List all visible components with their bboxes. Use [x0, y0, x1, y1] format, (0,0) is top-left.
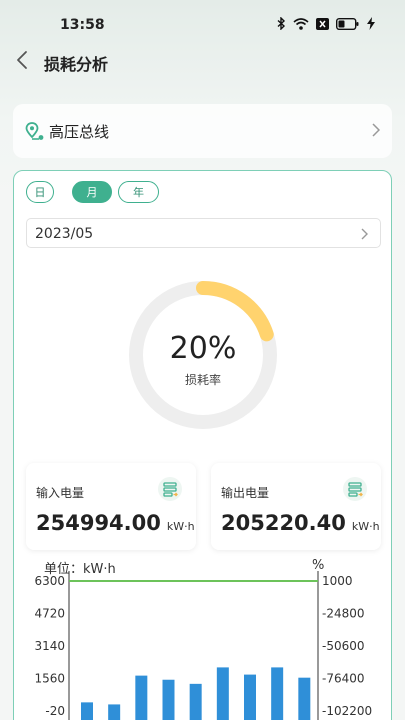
- line-name: 高压总线: [49, 123, 110, 141]
- bar[interactable]: [108, 704, 121, 720]
- bar[interactable]: [244, 674, 256, 720]
- date-value: 2023/05: [35, 226, 94, 242]
- output-energy-value: 205220.40 kW·h: [221, 511, 380, 535]
- bar[interactable]: [298, 677, 311, 720]
- charging-icon: [367, 17, 375, 30]
- left-tick-label: 6300: [34, 574, 65, 588]
- bar[interactable]: [189, 683, 202, 720]
- left-tick-label: 3140: [34, 639, 65, 653]
- battery-icon: [336, 17, 359, 30]
- left-tick-label: -20: [45, 704, 65, 718]
- output-energy-detail-button[interactable]: [343, 477, 367, 501]
- header: 损耗分析: [0, 48, 405, 74]
- bluetooth-icon: [277, 17, 286, 30]
- output-energy-unit: kW·h: [351, 520, 380, 533]
- tab-day[interactable]: 日: [26, 181, 54, 203]
- loss-rate-value: 20%: [169, 331, 237, 366]
- line-selector[interactable]: 高压总线: [13, 104, 392, 158]
- status-icons: [277, 17, 375, 30]
- chevron-right-icon: [372, 123, 380, 137]
- loss-rate-donut: 20% 损耗率: [127, 279, 279, 431]
- input-energy-number: 254994.00: [36, 511, 161, 535]
- page-title: 损耗分析: [44, 55, 109, 74]
- sim-off-icon: [316, 17, 329, 30]
- input-energy-title: 输入电量: [36, 486, 85, 500]
- input-energy-value: 254994.00 kW·h: [36, 511, 195, 535]
- tab-year[interactable]: 年: [118, 181, 159, 203]
- chevron-left-icon: [17, 51, 27, 69]
- right-tick-label: 1000: [322, 574, 353, 588]
- date-picker[interactable]: 2023/05: [26, 218, 381, 248]
- wifi-icon: [293, 17, 309, 30]
- analysis-card: 日 月 年 2023/05 20% 损耗率 输入电量 254994.00 kW·…: [13, 170, 392, 720]
- right-tick-label: -24800: [322, 607, 365, 621]
- list-icon: [348, 482, 363, 497]
- right-tick-label: -50600: [322, 639, 365, 653]
- list-icon: [163, 482, 178, 497]
- output-energy-title: 输出电量: [221, 486, 270, 500]
- left-tick-label: 1560: [34, 672, 65, 686]
- input-energy-unit: kW·h: [166, 520, 195, 533]
- loss-rate-label: 损耗率: [184, 373, 221, 387]
- tab-month[interactable]: 月: [72, 181, 112, 203]
- chevron-right-icon: [361, 228, 368, 240]
- bar[interactable]: [271, 667, 284, 720]
- output-energy-card: 输出电量 205220.40 kW·h: [211, 463, 381, 550]
- tab-month-label: 月: [86, 186, 98, 199]
- input-energy-card: 输入电量 254994.00 kW·h: [26, 463, 196, 550]
- back-button[interactable]: [16, 50, 36, 72]
- bar[interactable]: [135, 675, 148, 720]
- bar[interactable]: [162, 679, 175, 720]
- tab-year-label: 年: [133, 186, 144, 199]
- status-time: 13:58: [60, 17, 105, 33]
- status-bar: 13:58: [0, 0, 405, 50]
- output-energy-number: 205220.40: [221, 511, 346, 535]
- energy-chart: 6300 1000 4720 -24800 3140 -50600 1560 -76400 -2…: [34, 571, 372, 720]
- bar[interactable]: [216, 667, 229, 720]
- input-energy-detail-button[interactable]: [158, 477, 182, 501]
- right-tick-label: -76400: [322, 672, 365, 686]
- right-tick-label: -102200: [322, 704, 372, 718]
- left-tick-label: 4720: [34, 607, 65, 621]
- tab-day-label: 日: [34, 186, 46, 199]
- route-pin-icon: [25, 122, 44, 140]
- bar[interactable]: [81, 702, 93, 720]
